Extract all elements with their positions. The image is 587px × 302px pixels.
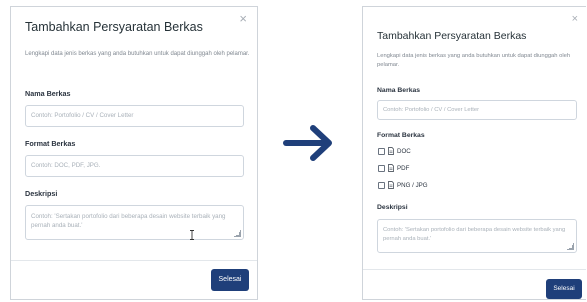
format-option-doc[interactable]: DOC	[378, 147, 411, 155]
file-icon	[388, 181, 394, 189]
pdf-label: PDF	[397, 164, 410, 172]
pdf-checkbox[interactable]	[378, 164, 385, 172]
png-jpg-label: PNG / JPG	[397, 181, 428, 189]
footer-divider	[363, 269, 586, 270]
resize-handle-icon[interactable]	[234, 230, 241, 237]
deskripsi-label: Deskripsi	[25, 189, 58, 198]
deskripsi-placeholder: Contoh: 'Sertakan portofolio dari bebera…	[31, 213, 226, 230]
nama-berkas-label: Nama Berkas	[25, 89, 71, 98]
format-option-pdf[interactable]: PDF	[378, 164, 409, 172]
selesai-button[interactable]: Selesai	[211, 269, 249, 291]
selesai-button[interactable]: Selesai	[546, 279, 582, 299]
close-icon[interactable]: ×	[572, 14, 578, 25]
file-icon	[388, 147, 394, 155]
deskripsi-label: Deskripsi	[377, 204, 408, 211]
format-berkas-input[interactable]: Contoh: DOC, PDF, JPG.	[25, 155, 244, 177]
deskripsi-textarea[interactable]: Contoh: 'Sertakan portofolio dari bebera…	[377, 219, 577, 253]
footer-divider	[11, 260, 257, 261]
format-berkas-label: Format Berkas	[25, 139, 76, 148]
format-berkas-label: Format Berkas	[377, 132, 425, 139]
file-icon	[388, 164, 394, 172]
nama-berkas-label: Nama Berkas	[377, 87, 421, 94]
arrow-right-icon	[283, 125, 332, 161]
modal-description: Lengkapi data jenis berkas yang anda but…	[25, 51, 250, 57]
deskripsi-placeholder: Contoh: 'Sertakan portofolio dari bebera…	[383, 227, 566, 242]
deskripsi-textarea[interactable]: Contoh: 'Sertakan portofolio dari bebera…	[25, 205, 244, 240]
format-option-png-jpg[interactable]: PNG / JPG	[378, 181, 428, 189]
modal-title: Tambahkan Persyaratan Berkas	[377, 30, 527, 42]
modal-after: × Tambahkan Persyaratan Berkas Lengkapi …	[362, 6, 586, 300]
close-icon[interactable]: ×	[239, 12, 247, 25]
resize-handle-icon[interactable]	[567, 243, 574, 250]
doc-checkbox[interactable]	[378, 147, 385, 155]
png-jpg-checkbox[interactable]	[378, 181, 385, 189]
doc-label: DOC	[397, 147, 411, 155]
modal-title: Tambahkan Persyaratan Berkas	[25, 20, 203, 34]
modal-before: × Tambahkan Persyaratan Berkas Lengkapi …	[10, 6, 258, 300]
text-cursor-icon	[190, 230, 194, 240]
nama-berkas-input[interactable]: Contoh: Portofolio / CV / Cover Letter	[377, 100, 577, 120]
modal-description: Lengkapi data jenis berkas yang anda but…	[377, 53, 571, 68]
nama-berkas-input[interactable]: Contoh: Portofolio / CV / Cover Letter	[25, 105, 244, 127]
